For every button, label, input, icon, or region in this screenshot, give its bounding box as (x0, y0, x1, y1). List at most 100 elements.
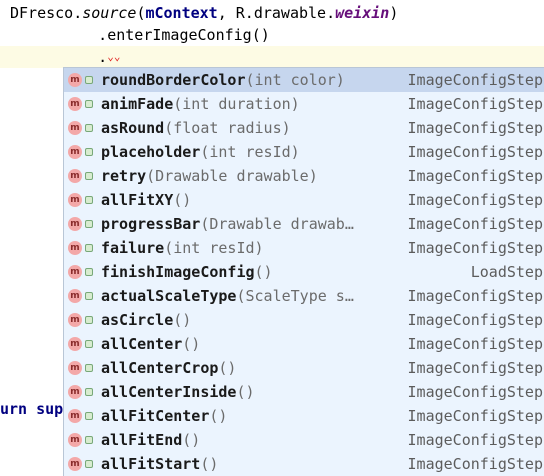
code-line-current[interactable]: .⌄⌄ (0, 46, 544, 68)
code-resource-path: , R.drawable. (217, 4, 336, 22)
method-params-text: (Drawable drawable) (146, 167, 318, 185)
completion-item-animFade[interactable]: m animFade(int duration) ImageConfigStep (64, 92, 544, 116)
method-icon: m (68, 361, 82, 375)
method-params-text: () (218, 359, 237, 377)
method-icon: m (68, 385, 82, 399)
completion-return-type: LoadStep (470, 263, 543, 281)
completion-method-name: allFitCenter() (101, 404, 227, 428)
method-icon: m (68, 193, 82, 207)
completion-return-type: ImageConfigStep (407, 311, 543, 329)
lock-icon (85, 196, 93, 204)
completion-return-type: ImageConfigStep (407, 143, 543, 161)
method-icon: m (68, 217, 82, 231)
method-icon: m (68, 409, 82, 423)
lock-icon (85, 220, 93, 228)
lock-icon (85, 316, 93, 324)
method-params-text: () (209, 407, 228, 425)
lock-icon (85, 268, 93, 276)
code-method-source: source (82, 4, 137, 22)
completion-item-allFitXY[interactable]: m allFitXY() ImageConfigStep (64, 188, 544, 212)
method-name-text: animFade (101, 95, 174, 113)
method-params-text: (int resId) (164, 239, 264, 257)
completion-method-name: allCenterInside() (101, 380, 255, 404)
completion-item-placeholder[interactable]: m placeholder(int resId) ImageConfigStep (64, 140, 544, 164)
lock-icon (85, 172, 93, 180)
completion-return-type: ImageConfigStep (407, 383, 543, 401)
method-icon: m (68, 73, 82, 87)
completion-method-name: placeholder(int resId) (101, 140, 300, 164)
completion-popup[interactable]: m roundBorderColor(int color) ImageConfigS… (63, 67, 544, 476)
completion-item-failure[interactable]: m failure(int resId) ImageConfigStep (64, 236, 544, 260)
lock-icon (85, 76, 93, 84)
code-line-source[interactable]: DFresco.source(mContext, R.drawable.weix… (10, 2, 398, 24)
completion-item-allFitStart[interactable]: m allFitStart() ImageConfigStep (64, 452, 544, 476)
completion-return-type: ImageConfigStep (407, 215, 543, 233)
method-name-text: asCircle (101, 311, 174, 329)
completion-return-type: ImageConfigStep (407, 167, 543, 185)
code-dot: . (44, 48, 108, 66)
code-line-enter-image-config[interactable]: .enterImageConfig() (44, 24, 270, 46)
lock-icon (85, 412, 93, 420)
completion-item-progressBar[interactable]: m progressBar(Drawable drawab… ImageConfig… (64, 212, 544, 236)
method-params-text: () (182, 431, 201, 449)
completion-item-retry[interactable]: m retry(Drawable drawable) ImageConfigStep (64, 164, 544, 188)
completion-item-allFitCenter[interactable]: m allFitCenter() ImageConfigStep (64, 404, 544, 428)
completion-item-allCenterInside[interactable]: m allCenterInside() ImageConfigStep (64, 380, 544, 404)
completion-return-type: ImageConfigStep (407, 191, 543, 209)
completion-item-allFitEnd[interactable]: m allFitEnd() ImageConfigStep (64, 428, 544, 452)
completion-item-asCircle[interactable]: m asCircle() ImageConfigStep (64, 308, 544, 332)
method-name-text: allFitXY (101, 191, 174, 209)
code-line-return-fragment: urn sup (0, 400, 64, 418)
method-icon: m (68, 265, 82, 279)
method-icon: m (68, 97, 82, 111)
lock-icon (85, 124, 93, 132)
method-icon: m (68, 169, 82, 183)
completion-method-name: progressBar(Drawable drawab… (101, 212, 354, 236)
completion-method-name: finishImageConfig() (101, 260, 273, 284)
method-name-text: failure (101, 239, 165, 257)
completion-method-name: failure(int resId) (101, 236, 264, 260)
lock-icon (85, 340, 93, 348)
completion-item-asRound[interactable]: m asRound(float radius) ImageConfigStep (64, 116, 544, 140)
completion-return-type: ImageConfigStep (407, 119, 543, 137)
method-params-text: () (200, 455, 219, 473)
code-object: DFresco. (10, 4, 83, 22)
method-name-text: allCenter (101, 335, 183, 353)
method-icon: m (68, 289, 82, 303)
method-params-text: (int color) (245, 71, 345, 89)
completion-return-type: ImageConfigStep (407, 335, 543, 353)
method-name-text: asRound (101, 119, 165, 137)
completion-method-name: retry(Drawable drawable) (101, 164, 318, 188)
completion-item-finishImageConfig[interactable]: m finishImageConfig() LoadStep (64, 260, 544, 284)
completion-method-name: asCircle() (101, 308, 191, 332)
completion-item-actualScaleType[interactable]: m actualScaleType(ScaleType s… ImageConfig… (64, 284, 544, 308)
completion-item-roundBorderColor[interactable]: m roundBorderColor(int color) ImageConfigS… (64, 68, 544, 92)
completion-return-type: ImageConfigStep (407, 287, 543, 305)
method-name-text: allFitEnd (101, 431, 183, 449)
lock-icon (85, 364, 93, 372)
code-field-weixin: weixin (335, 4, 390, 22)
completion-return-type: ImageConfigStep (407, 71, 543, 89)
code-paren-close: ) (389, 4, 399, 22)
lock-icon (85, 436, 93, 444)
completion-item-allCenter[interactable]: m allCenter() ImageConfigStep (64, 332, 544, 356)
method-icon: m (68, 433, 82, 447)
error-squiggle: ⌄⌄ (107, 50, 121, 63)
code-arg-context: mContext (145, 4, 218, 22)
method-params-text: (float radius) (164, 119, 291, 137)
completion-item-allCenterCrop[interactable]: m allCenterCrop() ImageConfigStep (64, 356, 544, 380)
lock-icon (85, 460, 93, 468)
method-icon: m (68, 145, 82, 159)
method-name-text: retry (101, 167, 147, 185)
completion-return-type: ImageConfigStep (407, 407, 543, 425)
lock-icon (85, 100, 93, 108)
method-name-text: allCenterCrop (101, 359, 219, 377)
method-name-text: allFitCenter (101, 407, 210, 425)
completion-method-name: roundBorderColor(int color) (101, 68, 345, 92)
completion-method-name: allFitXY() (101, 188, 191, 212)
method-icon: m (68, 241, 82, 255)
method-params-text: (int duration) (173, 95, 300, 113)
completion-return-type: ImageConfigStep (407, 455, 543, 473)
lock-icon (85, 244, 93, 252)
completion-method-name: allFitEnd() (101, 428, 200, 452)
